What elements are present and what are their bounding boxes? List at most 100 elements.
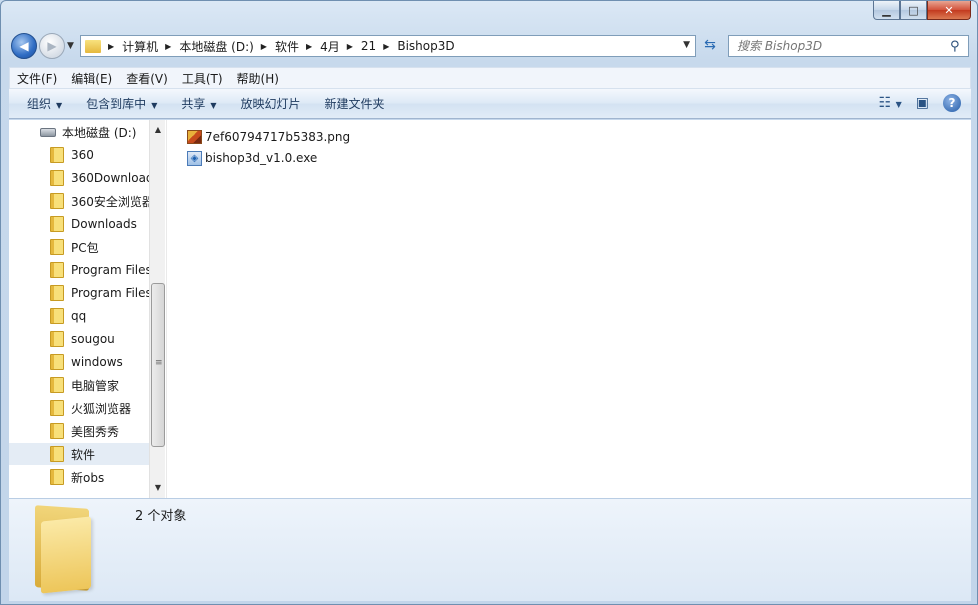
refresh-button[interactable]: ⇆ bbox=[699, 37, 721, 57]
breadcrumb-computer[interactable]: 计算机 bbox=[122, 38, 158, 55]
tree-item-label: Program Files bbox=[71, 263, 152, 277]
tree-item-folder[interactable]: Program Files bbox=[9, 282, 152, 304]
chevron-right-icon[interactable]: ▶ bbox=[383, 42, 389, 51]
new-folder-button[interactable]: 新建文件夹 bbox=[325, 95, 385, 112]
preview-pane-icon: ▣ bbox=[915, 95, 929, 111]
executable-file-icon: ◈ bbox=[187, 150, 202, 166]
tree-item-folder[interactable]: 美图秀秀 bbox=[9, 420, 149, 442]
tree-item-folder[interactable]: 新obs bbox=[9, 466, 149, 488]
navigation-pane: 本地磁盘 (D:) 360 360Download 360安全浏览器 Downl… bbox=[9, 120, 165, 498]
chevron-down-icon: ▼ bbox=[56, 101, 63, 110]
help-icon: ? bbox=[948, 96, 956, 110]
scroll-down-button[interactable]: ▼ bbox=[150, 480, 165, 496]
tree-item-label: 电脑管家 bbox=[71, 378, 120, 393]
nav-scrollbar[interactable]: ▲ ≡ ▼ bbox=[149, 120, 165, 498]
tree-item-label: 美图秀秀 bbox=[71, 424, 120, 439]
view-icon: ☷ bbox=[878, 95, 892, 111]
close-button[interactable]: ✕ bbox=[927, 1, 971, 20]
file-name: bishop3d_v1.0.exe bbox=[205, 151, 318, 165]
tree-item-folder[interactable]: Downloads bbox=[9, 213, 149, 235]
tree-item-label: 360Download bbox=[71, 171, 154, 185]
tree-item-label: 软件 bbox=[71, 447, 96, 462]
tree-item-label: 火狐浏览器 bbox=[71, 401, 132, 416]
search-icon[interactable]: ⚲ bbox=[950, 39, 968, 54]
file-item-png[interactable]: 7ef60794717b5383.png bbox=[187, 127, 350, 147]
back-button[interactable]: ◀ bbox=[11, 33, 37, 59]
address-dropdown[interactable]: ▼ bbox=[683, 40, 690, 50]
folder-icon bbox=[85, 39, 101, 53]
file-item-exe[interactable]: ◈ bishop3d_v1.0.exe bbox=[187, 148, 317, 168]
chevron-right-icon[interactable]: ▶ bbox=[306, 42, 312, 51]
tree-item-folder[interactable]: windows bbox=[9, 351, 149, 373]
folder-icon bbox=[50, 331, 64, 347]
menu-edit[interactable]: 编辑(E) bbox=[64, 70, 119, 87]
tree-item-folder[interactable]: 360安全浏览器 bbox=[9, 190, 154, 212]
toolbar-right-group: ☷ ▼ ▣ ? bbox=[879, 94, 961, 112]
menu-help[interactable]: 帮助(H) bbox=[230, 70, 286, 87]
breadcrumb-april[interactable]: 4月 bbox=[320, 38, 340, 55]
breadcrumb-software[interactable]: 软件 bbox=[275, 38, 299, 55]
menu-file[interactable]: 文件(F) bbox=[10, 70, 64, 87]
tree-item-folder[interactable]: qq bbox=[9, 305, 149, 327]
slideshow-button[interactable]: 放映幻灯片 bbox=[241, 95, 301, 112]
folder-icon bbox=[50, 377, 64, 393]
file-list: 7ef60794717b5383.png ◈ bishop3d_v1.0.exe bbox=[166, 120, 971, 498]
folder-icon bbox=[50, 308, 64, 324]
include-library-button[interactable]: 包含到库中 ▼ bbox=[86, 95, 157, 112]
tree-item-label: 本地磁盘 (D:) bbox=[62, 125, 137, 140]
view-options-button[interactable]: ☷ ▼ bbox=[879, 95, 902, 111]
tree-item-folder[interactable]: 火狐浏览器 bbox=[9, 397, 149, 419]
tree-item-label: Program Files bbox=[71, 286, 152, 300]
tree-item-folder[interactable]: 360Download bbox=[9, 167, 154, 189]
folder-icon bbox=[50, 446, 64, 462]
chevron-right-icon[interactable]: ▶ bbox=[108, 42, 114, 51]
address-row: ◀ ▶ ▼ ▶ 计算机 ▶ 本地磁盘 (D:) ▶ 软件 ▶ 4月 ▶ 21 ▶… bbox=[1, 29, 977, 65]
tree-item-label: 360安全浏览器 bbox=[71, 194, 154, 209]
chevron-right-icon[interactable]: ▶ bbox=[165, 42, 171, 51]
search-input[interactable] bbox=[729, 37, 950, 55]
tree-item-label: PC包 bbox=[71, 240, 99, 255]
scroll-thumb[interactable]: ≡ bbox=[151, 283, 165, 447]
forward-button[interactable]: ▶ bbox=[39, 33, 65, 59]
tree-item-folder[interactable]: sougou bbox=[9, 328, 149, 350]
organize-button[interactable]: 组织 ▼ bbox=[27, 95, 62, 112]
tree-item-disk[interactable]: 本地磁盘 (D:) bbox=[9, 121, 149, 143]
breadcrumb-21[interactable]: 21 bbox=[361, 39, 376, 53]
help-button[interactable]: ? bbox=[943, 94, 961, 112]
search-box[interactable]: ⚲ bbox=[728, 35, 969, 57]
folder-icon bbox=[50, 262, 64, 278]
recent-pages-dropdown[interactable]: ▼ bbox=[67, 41, 74, 51]
preview-pane-button[interactable]: ▣ bbox=[916, 95, 929, 111]
share-button[interactable]: 共享 ▼ bbox=[181, 95, 216, 112]
folder-icon bbox=[50, 193, 64, 209]
maximize-button[interactable]: □ bbox=[900, 1, 927, 20]
chevron-right-icon[interactable]: ▶ bbox=[261, 42, 267, 51]
tree-item-folder[interactable]: Program Files bbox=[9, 259, 152, 281]
chevron-down-icon: ▼ bbox=[895, 100, 902, 109]
explorer-window: ▁ □ ✕ ◀ ▶ ▼ ▶ 计算机 ▶ 本地磁盘 (D:) ▶ 软件 ▶ 4月 … bbox=[0, 0, 978, 605]
folder-icon bbox=[50, 170, 64, 186]
image-file-icon bbox=[187, 130, 202, 144]
tree-item-folder[interactable]: 电脑管家 bbox=[9, 374, 149, 396]
drive-icon bbox=[40, 127, 56, 137]
tree-item-folder-selected[interactable]: 软件 bbox=[9, 443, 149, 465]
menu-view[interactable]: 查看(V) bbox=[119, 70, 175, 87]
folder-icon bbox=[50, 239, 64, 255]
folder-icon bbox=[50, 216, 64, 232]
scroll-up-button[interactable]: ▲ bbox=[150, 122, 165, 138]
tree-item-folder[interactable]: 360 bbox=[9, 144, 149, 166]
tree-item-folder[interactable]: PC包 bbox=[9, 236, 149, 258]
tree-item-label: Downloads bbox=[71, 217, 137, 231]
minimize-button[interactable]: ▁ bbox=[873, 1, 900, 20]
content-area: 本地磁盘 (D:) 360 360Download 360安全浏览器 Downl… bbox=[9, 120, 971, 498]
item-count: 2 个对象 bbox=[135, 509, 187, 524]
breadcrumb-bishop3d[interactable]: Bishop3D bbox=[397, 39, 454, 53]
tree-item-label: windows bbox=[71, 355, 123, 369]
breadcrumb-disk[interactable]: 本地磁盘 (D:) bbox=[179, 38, 253, 55]
menu-bar: 文件(F) 编辑(E) 查看(V) 工具(T) 帮助(H) bbox=[9, 67, 971, 89]
refresh-icon: ⇆ bbox=[704, 37, 716, 53]
menu-tools[interactable]: 工具(T) bbox=[175, 70, 230, 87]
tree-item-label: 新obs bbox=[71, 470, 105, 485]
chevron-right-icon[interactable]: ▶ bbox=[347, 42, 353, 51]
address-bar[interactable]: ▶ 计算机 ▶ 本地磁盘 (D:) ▶ 软件 ▶ 4月 ▶ 21 ▶ Bisho… bbox=[80, 35, 696, 57]
